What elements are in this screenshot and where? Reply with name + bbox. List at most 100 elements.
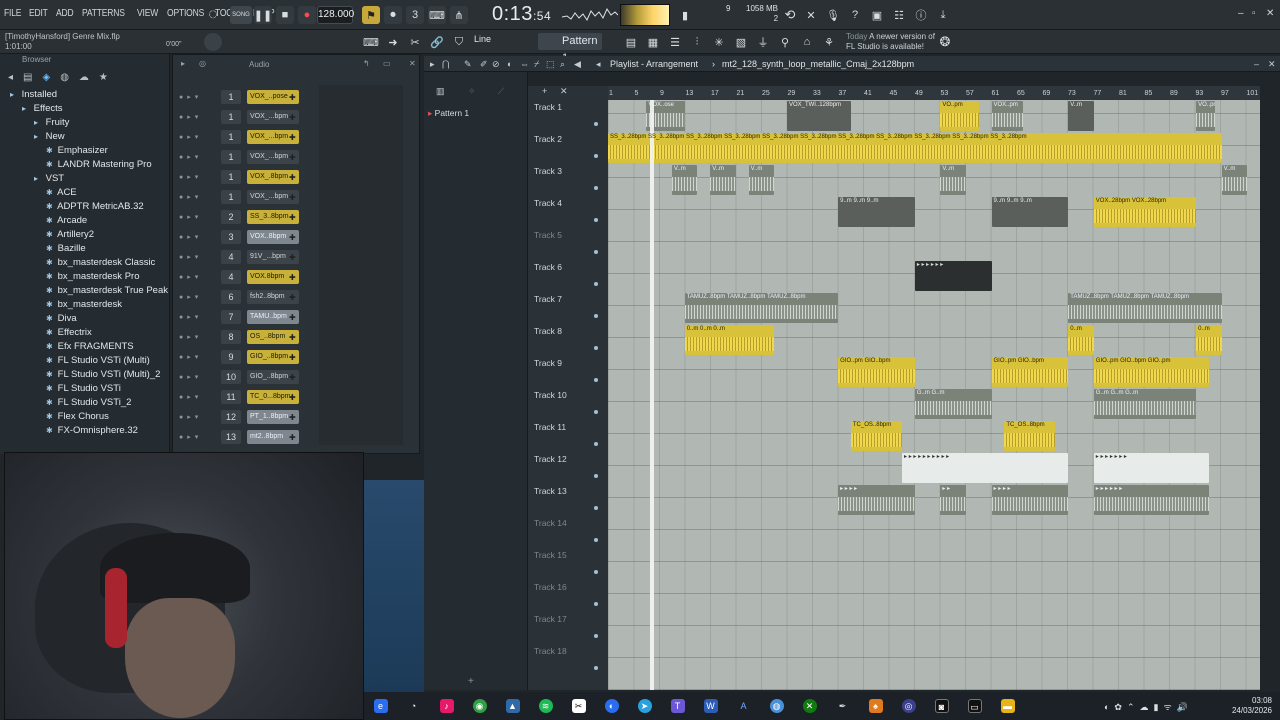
blend-notes-icon[interactable]: ⋔	[450, 6, 468, 24]
picker-mode-icon[interactable]: ▥	[436, 86, 445, 97]
channel-mixer-track[interactable]: 1	[221, 130, 241, 144]
channel-plus-icon[interactable]: ✚	[289, 173, 296, 182]
online-icon[interactable]: ❂	[936, 33, 954, 51]
browser-item[interactable]: ✱ bx_masterdesk True Peak	[0, 284, 169, 298]
browser-item[interactable]: ✱ Effectrix	[0, 326, 169, 340]
audio-clip[interactable]: GIO..pm GIO..bpm	[991, 357, 1069, 387]
browser-item[interactable]: ✱ FL Studio VSTi (Multi)_2	[0, 368, 169, 382]
channel-plus-icon[interactable]: ✚	[289, 413, 296, 422]
channel-row[interactable]: ●▸▾ 12 PT_1..8bpm ✚	[179, 409, 299, 425]
audio-clip[interactable]: V..m	[748, 165, 775, 195]
swing-knob-icon[interactable]: ◎	[199, 59, 206, 68]
save-icon[interactable]: ▣	[868, 6, 886, 24]
favorite-icon[interactable]: ★	[99, 72, 108, 83]
chrome-icon[interactable]: ◉	[472, 699, 487, 713]
menu-edit[interactable]: EDIT	[29, 8, 48, 19]
channel-mixer-track[interactable]: 1	[221, 190, 241, 204]
track-mute-led[interactable]	[594, 666, 598, 670]
channel-plus-icon[interactable]: ✚	[289, 293, 296, 302]
browser-item[interactable]: ✱ Emphasizer	[0, 144, 169, 158]
track-header[interactable]: Track 9	[534, 358, 608, 390]
channel-plus-icon[interactable]: ✚	[289, 373, 296, 382]
browser-view-icon[interactable]: ▧	[732, 33, 750, 51]
browser-item[interactable]: ✱ LANDR Mastering Pro	[0, 158, 169, 172]
channel-row[interactable]: ●▸▾ 1 VOX_...bpm ✚	[179, 189, 299, 205]
track-mute-led[interactable]	[594, 154, 598, 158]
vpn-icon[interactable]: ◍	[769, 699, 784, 713]
rack-options-icon[interactable]: ↰	[363, 59, 370, 68]
clipchamp-icon[interactable]: ◔	[407, 699, 421, 713]
channel-mixer-track[interactable]: 1	[221, 90, 241, 104]
track-mute-led[interactable]	[594, 378, 598, 382]
track-mute-led[interactable]	[594, 442, 598, 446]
channel-plus-icon[interactable]: ✚	[289, 253, 296, 262]
files-icon[interactable]: ▤	[23, 72, 32, 83]
channel-row[interactable]: ●▸▾ 1 VOX_...bpm ✚	[179, 129, 299, 145]
track-mute-led[interactable]	[594, 186, 598, 190]
back-icon[interactable]: ◂	[8, 72, 13, 83]
channel-mixer-track[interactable]: 8	[221, 330, 241, 344]
channel-controls-icon[interactable]: ●▸▾	[179, 153, 221, 161]
audio-clip[interactable]: 9..m 9..m 9..m	[991, 197, 1069, 227]
channel-row[interactable]: ●▸▾ 10 GIO_..8bpm ✚	[179, 369, 299, 385]
picker-automation-icon[interactable]: ⟋	[498, 86, 504, 97]
terminal-icon[interactable]: ▭	[967, 699, 982, 713]
mute-tool-icon[interactable]: ◖	[506, 56, 511, 72]
sounds-icon[interactable]: ◍	[60, 72, 69, 83]
channel-mixer-track[interactable]: 7	[221, 310, 241, 324]
browser-item[interactable]: ✱ FL Studio VSTi_2	[0, 396, 169, 410]
help-icon[interactable]: ?	[846, 6, 864, 24]
audio-clip[interactable]: V..m	[710, 165, 736, 195]
audio-clip[interactable]: SS_3..28bpm SS_3..28bpm SS_3..28bpm SS_3…	[608, 133, 1222, 163]
audio-clip[interactable]: VOX..pm	[991, 101, 1024, 131]
piano-roll-icon[interactable]: ⌨	[362, 33, 380, 51]
track-header[interactable]: Track 17	[534, 614, 608, 646]
word-icon[interactable]: W	[703, 699, 718, 713]
channel-plus-icon[interactable]: ✚	[289, 353, 296, 362]
pause-button[interactable]: ❚❚	[254, 6, 272, 24]
add-pattern-icon[interactable]: +	[468, 676, 474, 687]
pattern-item[interactable]: ▸ Pattern 1	[428, 108, 469, 119]
channel-mixer-track[interactable]: 12	[221, 410, 241, 424]
record-loop-icon[interactable]: ◌	[204, 6, 222, 24]
channel-mixer-track[interactable]: 1	[221, 150, 241, 164]
browser-item[interactable]: ✱ bx_masterdesk	[0, 298, 169, 312]
audio-clip[interactable]: V..m	[1068, 101, 1094, 131]
wait-record-icon[interactable]: ⏺	[384, 6, 402, 24]
track-mute-led[interactable]	[594, 282, 598, 286]
channel-controls-icon[interactable]: ●▸▾	[179, 93, 221, 101]
plugins-icon[interactable]: ◈	[42, 72, 50, 83]
download-icon[interactable]: ⤓	[934, 6, 952, 24]
playback-tool-icon[interactable]: ◀	[574, 56, 581, 72]
browser-item[interactable]: ✱ Arcade	[0, 214, 169, 228]
channel-mixer-track[interactable]: 1	[221, 110, 241, 124]
channel-controls-icon[interactable]: ●▸▾	[179, 193, 221, 201]
playlist-icon[interactable]: ▤	[622, 33, 640, 51]
slice-tool-icon[interactable]: ⌿	[534, 56, 539, 72]
tempo-display[interactable]: 128.000	[317, 6, 354, 24]
undo-history-icon[interactable]: ⟲	[781, 6, 799, 24]
cloud-icon[interactable]: ☁	[79, 72, 89, 83]
browser-item[interactable]: ✱ FL Studio VSTi (Multi)	[0, 354, 169, 368]
channel-row[interactable]: ●▸▾ 8 OS_..8bpm ✚	[179, 329, 299, 345]
picker-clips-icon[interactable]: ✧	[468, 86, 476, 97]
channel-plus-icon[interactable]: ✚	[289, 193, 296, 202]
browser-item[interactable]: ✱ ACE	[0, 186, 169, 200]
track-header[interactable]: Track 6	[534, 262, 608, 294]
channel-row[interactable]: ●▸▾ 4 91V_...bpm ✚	[179, 249, 299, 265]
telegram-icon[interactable]: ➤	[637, 699, 652, 713]
audio-clip[interactable]: 0..m 0..m 0..m	[684, 325, 775, 355]
audio-clip[interactable]: G..m G..m G..m	[1093, 389, 1197, 419]
audio-clip[interactable]: VOX_TWI..128bpm	[786, 101, 851, 131]
rack-filter-label[interactable]: Audio	[249, 60, 269, 69]
channel-controls-icon[interactable]: ●▸▾	[179, 293, 221, 301]
audio-clip[interactable]: VO..pm	[940, 101, 979, 131]
maximize-icon[interactable]: ▫	[1252, 8, 1256, 19]
channel-controls-icon[interactable]: ●▸▾	[179, 113, 221, 121]
track-header[interactable]: Track 11	[534, 422, 608, 454]
channel-row[interactable]: ●▸▾ 7 TAMU..bpm ✚	[179, 309, 299, 325]
piano-roll-view-icon[interactable]: ☰	[666, 33, 684, 51]
tiktok-icon[interactable]: ♪	[439, 699, 454, 713]
record-button[interactable]: ●	[298, 6, 316, 24]
track-header[interactable]: Track 3	[534, 166, 608, 198]
